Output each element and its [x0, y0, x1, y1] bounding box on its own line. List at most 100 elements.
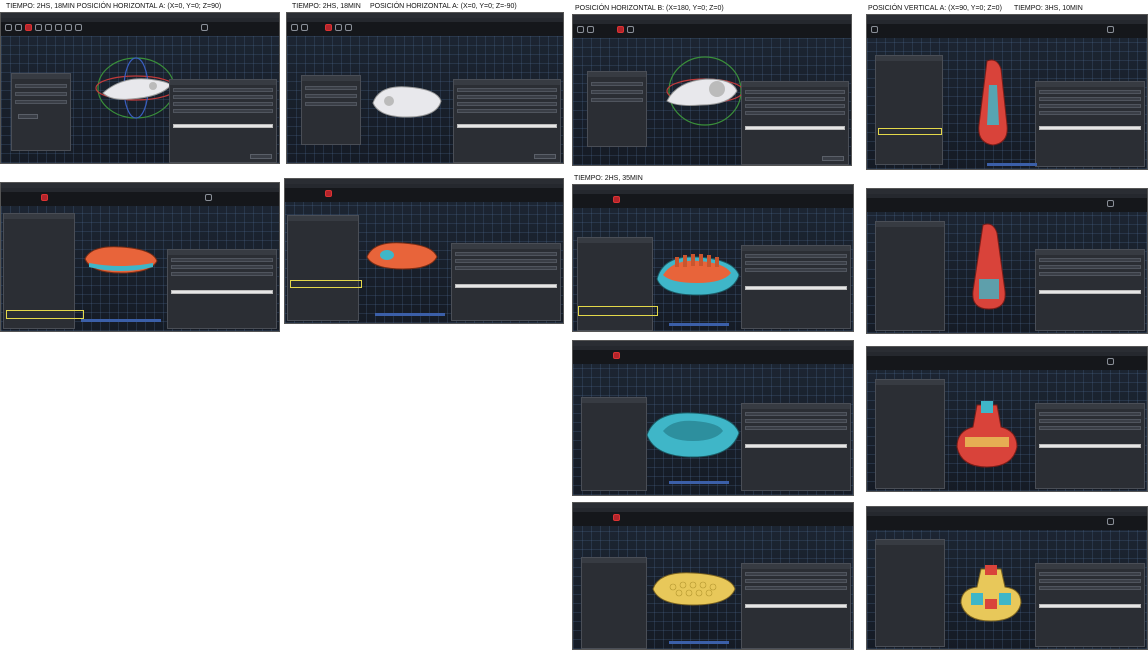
rotate-x-field[interactable] — [15, 84, 67, 88]
filament-selector-2[interactable] — [171, 272, 273, 276]
support-icon[interactable] — [55, 24, 62, 31]
filament-selector-2[interactable] — [745, 426, 847, 430]
printer-selector[interactable] — [745, 254, 847, 258]
rotate-z-field[interactable] — [305, 102, 357, 106]
rotate-y-field[interactable] — [15, 92, 67, 96]
layer-icon[interactable] — [1107, 518, 1114, 525]
rotate-z-field[interactable] — [15, 100, 67, 104]
printer-selector[interactable] — [745, 412, 847, 416]
home-icon[interactable] — [871, 26, 878, 33]
model-white-gizmo[interactable] — [91, 53, 181, 123]
layer-height-field[interactable] — [1039, 444, 1141, 448]
slice-button[interactable] — [534, 154, 556, 159]
model-red-teal-sliced[interactable] — [947, 397, 1027, 477]
filament-selector-3[interactable] — [173, 109, 273, 113]
rotate-gizmo-icon[interactable] — [617, 26, 624, 33]
model-orange-sliced[interactable] — [361, 235, 441, 275]
filament-selector-2[interactable] — [745, 586, 847, 590]
model-white-gizmo[interactable] — [657, 51, 747, 131]
layer-height-field[interactable] — [1039, 604, 1141, 608]
layer-height-field[interactable] — [1039, 126, 1141, 130]
printer-selector[interactable] — [745, 90, 845, 94]
filament-selector-1[interactable] — [171, 265, 273, 269]
layer-height-field[interactable] — [745, 286, 847, 290]
preview-icon[interactable] — [325, 190, 332, 197]
preview-icon[interactable] — [613, 514, 620, 521]
filament-selector-3[interactable] — [745, 111, 845, 115]
model-vertical-red[interactable] — [959, 219, 1019, 319]
printer-selector[interactable] — [1039, 258, 1141, 262]
filament-selector-1[interactable] — [1039, 419, 1141, 423]
layer-height-field[interactable] — [455, 284, 557, 288]
layer-height-field[interactable] — [1039, 290, 1141, 294]
filament-selector-1[interactable] — [455, 259, 557, 263]
layer-height-field[interactable] — [745, 126, 845, 130]
filament-selector-1[interactable] — [745, 579, 847, 583]
filament-selector-1[interactable] — [457, 95, 557, 99]
filament-selector-2[interactable] — [1039, 104, 1141, 108]
move-icon[interactable] — [301, 24, 308, 31]
model-orange-sliced[interactable] — [81, 239, 161, 279]
rotate-z-field[interactable] — [591, 98, 643, 102]
filament-selector-2[interactable] — [1039, 426, 1141, 430]
printer-selector[interactable] — [171, 258, 273, 262]
rotate-x-field[interactable] — [305, 86, 357, 90]
home-icon[interactable] — [5, 24, 12, 31]
layer-icon[interactable] — [1107, 358, 1114, 365]
model-vertical-red[interactable] — [963, 55, 1023, 155]
scale-icon[interactable] — [35, 24, 42, 31]
layer-height-field[interactable] — [745, 444, 847, 448]
layer-icon[interactable] — [1107, 26, 1114, 33]
apply-button[interactable] — [18, 114, 38, 119]
scale-icon[interactable] — [627, 26, 634, 33]
filament-selector-1[interactable] — [1039, 97, 1141, 101]
scale-icon[interactable] — [335, 24, 342, 31]
rotate-x-field[interactable] — [591, 82, 643, 86]
model-teal-sliced[interactable] — [643, 397, 743, 467]
paint-icon[interactable] — [75, 24, 82, 31]
filament-selector-1[interactable] — [745, 419, 847, 423]
rotate-y-field[interactable] — [591, 90, 643, 94]
layer-icon[interactable] — [201, 24, 208, 31]
preview-icon[interactable] — [41, 194, 48, 201]
filament-selector-1[interactable] — [745, 97, 845, 101]
home-icon[interactable] — [291, 24, 298, 31]
filament-selector-2[interactable] — [457, 102, 557, 106]
filament-selector-3[interactable] — [457, 109, 557, 113]
filament-selector-2[interactable] — [1039, 586, 1141, 590]
seam-icon[interactable] — [65, 24, 72, 31]
rotate-gizmo-icon[interactable] — [25, 24, 32, 31]
filament-selector-2[interactable] — [1039, 272, 1141, 276]
filament-selector-2[interactable] — [745, 104, 845, 108]
filament-selector-1[interactable] — [1039, 265, 1141, 269]
model-white[interactable] — [367, 77, 447, 127]
layer-height-field[interactable] — [173, 124, 273, 128]
rotate-gizmo-icon[interactable] — [325, 24, 332, 31]
model-multicolor-sliced[interactable] — [951, 559, 1031, 629]
filament-selector-1[interactable] — [173, 95, 273, 99]
filament-selector-2[interactable] — [173, 102, 273, 106]
printer-selector[interactable] — [457, 88, 557, 92]
layer-height-field[interactable] — [745, 604, 847, 608]
home-icon[interactable] — [577, 26, 584, 33]
rotate-y-field[interactable] — [305, 94, 357, 98]
printer-selector[interactable] — [173, 88, 273, 92]
printer-selector[interactable] — [1039, 412, 1141, 416]
filament-selector-1[interactable] — [745, 261, 847, 265]
printer-selector[interactable] — [745, 572, 847, 576]
layer-icon[interactable] — [205, 194, 212, 201]
printer-selector[interactable] — [455, 252, 557, 256]
filament-selector-3[interactable] — [1039, 111, 1141, 115]
move-icon[interactable] — [587, 26, 594, 33]
move-icon[interactable] — [15, 24, 22, 31]
layer-height-field[interactable] — [171, 290, 273, 294]
slice-button[interactable] — [250, 154, 272, 159]
printer-selector[interactable] — [1039, 572, 1141, 576]
preview-icon[interactable] — [613, 352, 620, 359]
slice-button[interactable] — [822, 156, 844, 161]
model-teal-orange-sliced[interactable] — [653, 235, 743, 305]
filament-selector-1[interactable] — [1039, 579, 1141, 583]
preview-icon[interactable] — [613, 196, 620, 203]
filament-selector-2[interactable] — [745, 268, 847, 272]
model-yellow-sliced[interactable] — [649, 563, 739, 613]
